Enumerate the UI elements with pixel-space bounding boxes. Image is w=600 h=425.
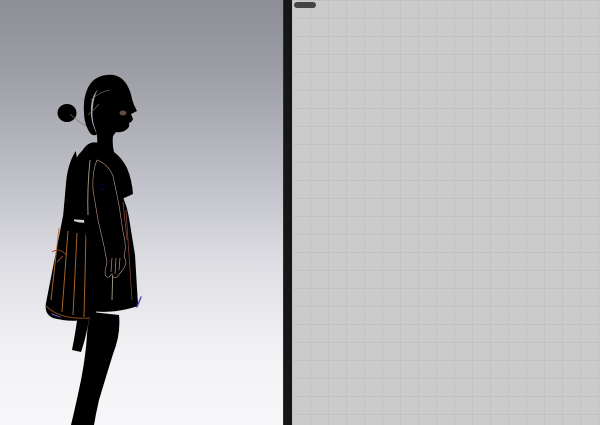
avatar-hair-bun <box>58 104 77 122</box>
avatar-3d <box>0 0 283 425</box>
pocket-button[interactable] <box>99 184 105 190</box>
pattern-toolbar <box>294 2 316 8</box>
viewport-2d[interactable] <box>292 0 600 425</box>
panel-divider[interactable] <box>283 0 292 425</box>
app-window <box>0 0 600 425</box>
avatar-cheek <box>120 111 127 116</box>
viewport-3d[interactable] <box>0 0 283 425</box>
pattern-svg <box>292 0 600 425</box>
